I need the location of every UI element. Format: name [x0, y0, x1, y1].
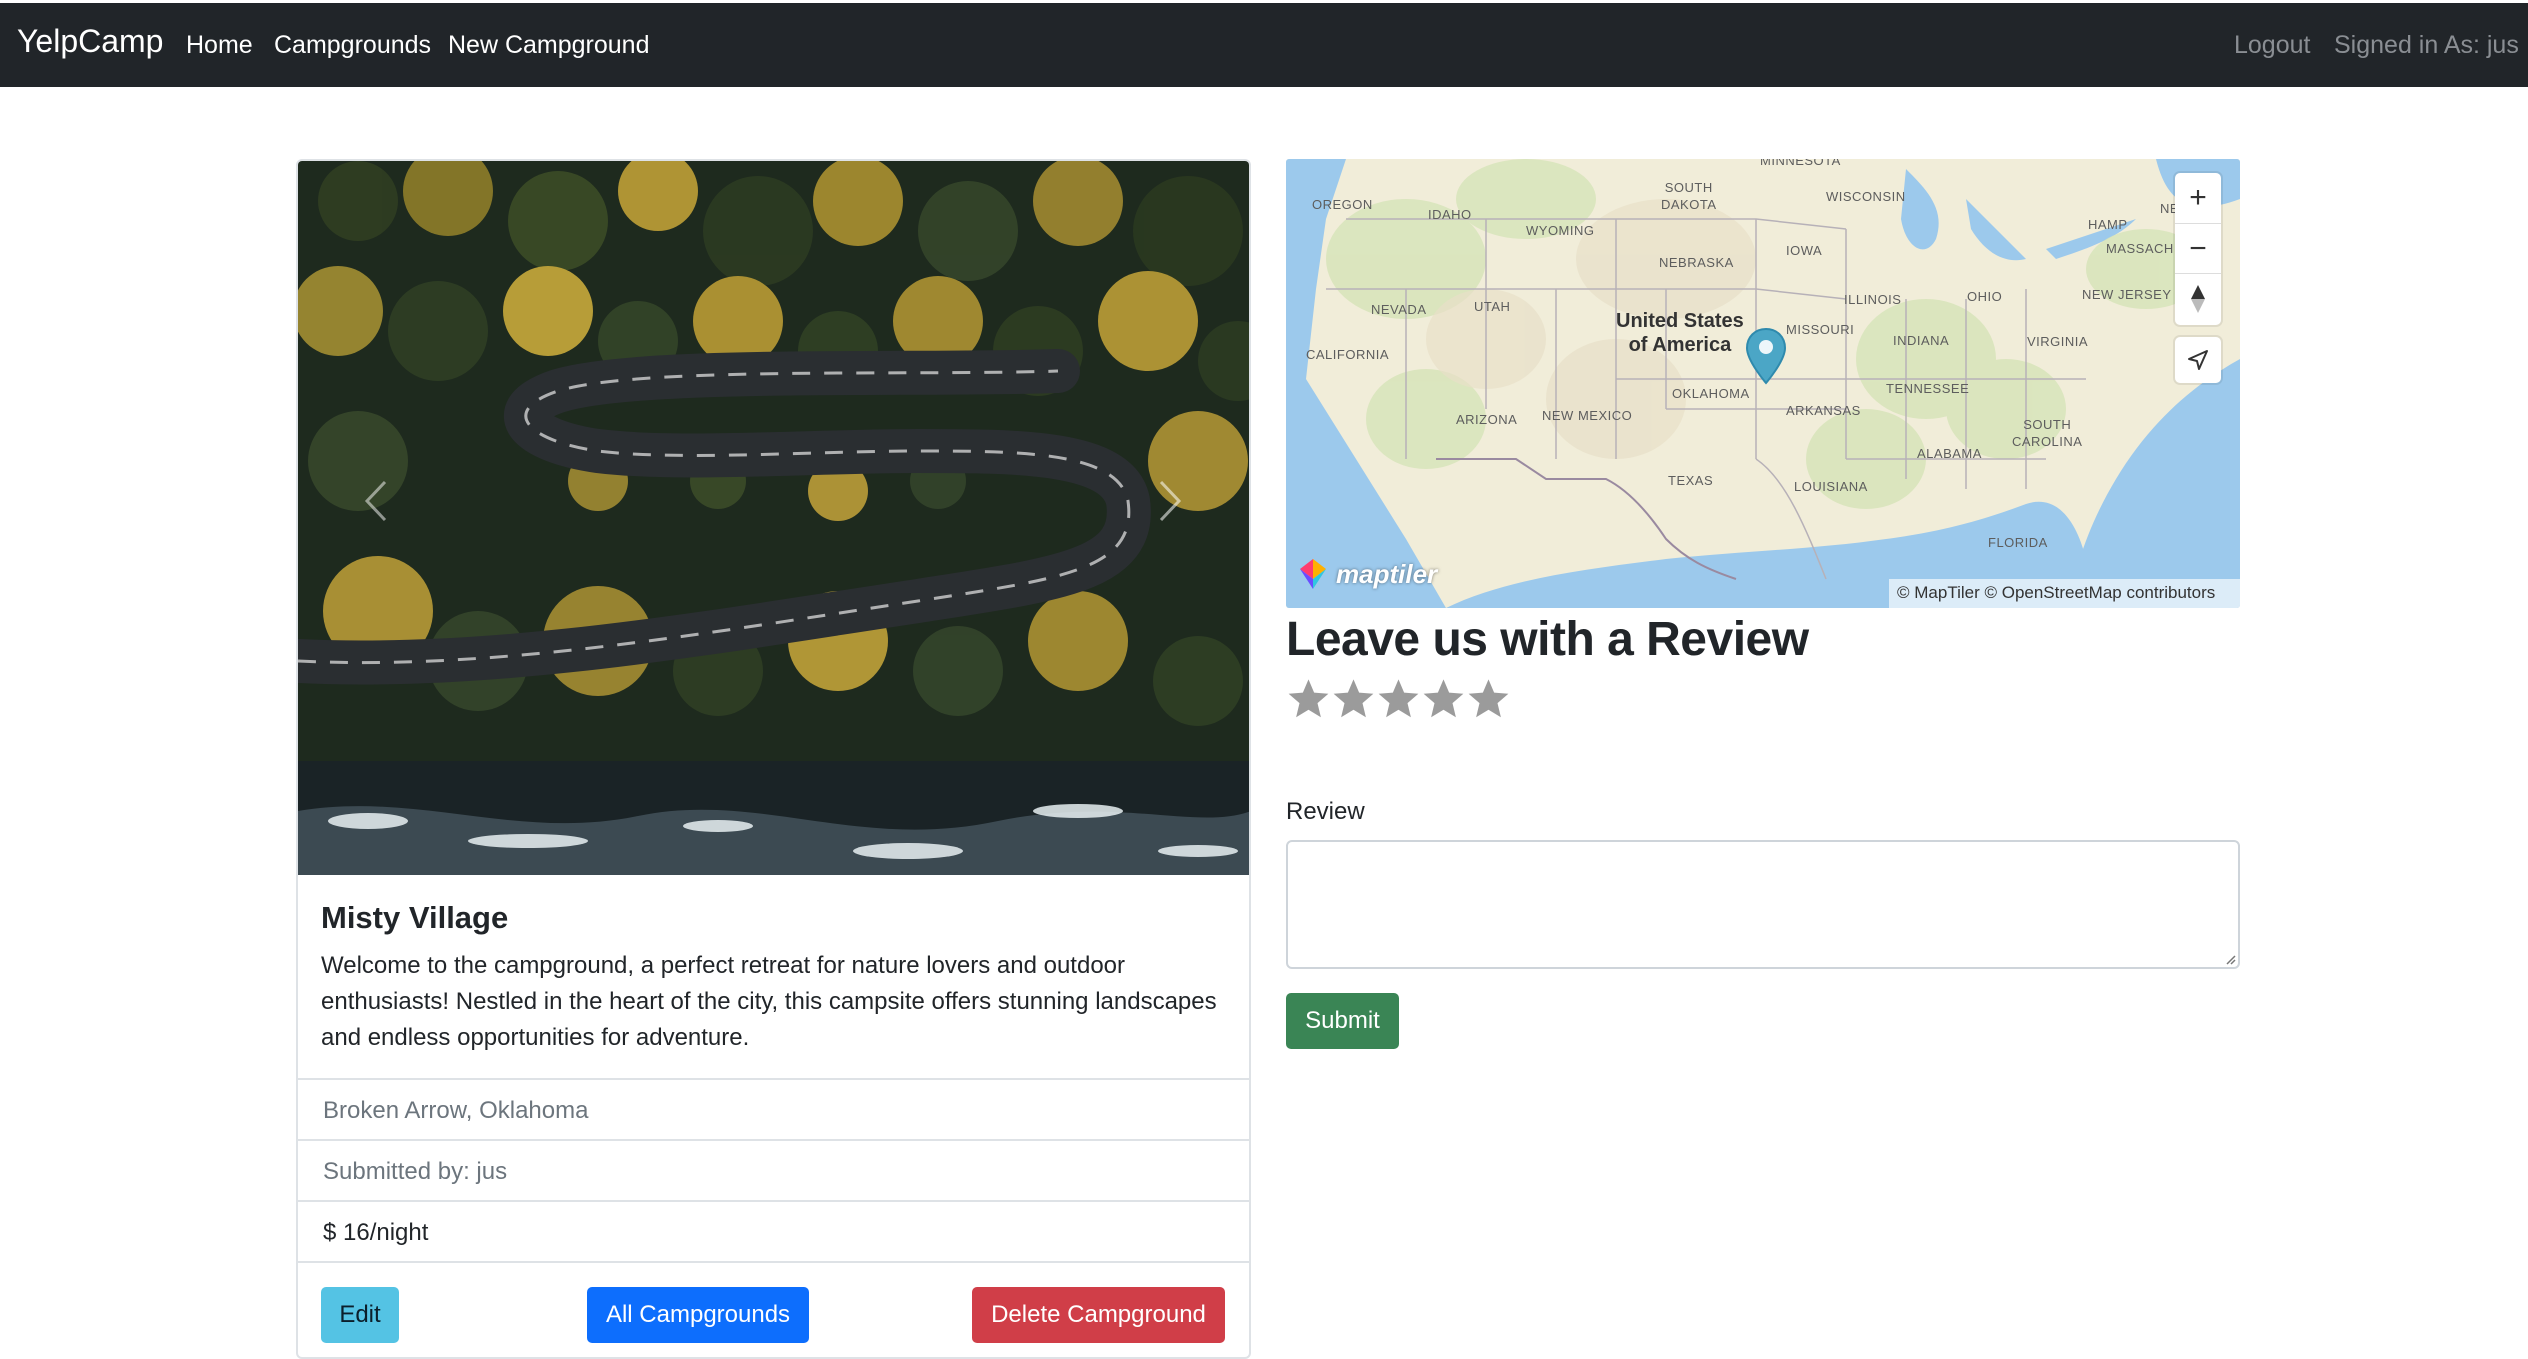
map-label-country: United States of America — [1616, 310, 1744, 356]
location-text: Broken Arrow, Oklahoma — [323, 1097, 589, 1124]
signed-in-status: Signed in As: jus — [2334, 31, 2519, 59]
review-heading: Leave us with a Review — [1286, 613, 1809, 666]
carousel-next-button[interactable] — [1130, 451, 1210, 551]
campground-price: $ 16/night — [298, 1200, 1249, 1261]
map-label-idaho: IDAHO — [1428, 207, 1472, 222]
map-label-iowa: IOWA — [1786, 243, 1823, 258]
compass-button[interactable] — [2175, 273, 2221, 323]
map-label-arizona: ARIZONA — [1456, 412, 1518, 427]
chevron-left-icon — [364, 480, 387, 522]
map-label-south-dakota: SOUTH DAKOTA — [1661, 180, 1717, 212]
star-rating — [1286, 676, 1511, 722]
price-text: $ 16/night — [323, 1219, 429, 1246]
map-attribution[interactable]: © MapTiler © OpenStreetMap contributors — [1889, 579, 2240, 608]
nav-link-new-campground[interactable]: New Campground — [448, 31, 650, 60]
map-label-indiana: INDIANA — [1893, 333, 1950, 348]
edit-button[interactable]: Edit — [321, 1287, 399, 1343]
carousel-prev-button[interactable] — [336, 451, 416, 551]
all-campgrounds-button[interactable]: All Campgrounds — [587, 1287, 809, 1343]
delete-campground-button[interactable]: Delete Campground — [972, 1287, 1225, 1343]
maptiler-logo-text: maptiler — [1336, 558, 1438, 589]
map-label-tennessee: TENNESSEE — [1886, 381, 1970, 396]
zoom-in-button[interactable]: + — [2175, 173, 2221, 223]
chevron-right-icon — [1159, 480, 1182, 522]
navbar: YelpCamp Home Campgrounds New Campground… — [0, 3, 2528, 87]
campground-author: Submitted by: jus — [298, 1139, 1249, 1200]
resize-grip-icon[interactable] — [2224, 953, 2236, 965]
star-icon[interactable] — [1331, 676, 1376, 722]
map-label-new-mexico: NEW MEXICO — [1542, 408, 1633, 423]
star-icon[interactable] — [1376, 676, 1421, 722]
map-label-wyoming: WYOMING — [1526, 223, 1595, 238]
map-label-arkansas: ARKANSAS — [1786, 403, 1861, 418]
author-text: Submitted by: jus — [323, 1158, 508, 1185]
maptiler-logo[interactable]: maptiler — [1296, 557, 1437, 591]
campground-photo — [298, 161, 1249, 875]
maptiler-logo-icon — [1300, 559, 1326, 589]
map-label-missouri: MISSOURI — [1786, 322, 1855, 337]
submit-review-button[interactable]: Submit — [1286, 993, 1399, 1049]
star-icon[interactable] — [1421, 676, 1466, 722]
star-icon[interactable] — [1286, 676, 1331, 722]
nav-link-campgrounds[interactable]: Campgrounds — [274, 31, 431, 60]
map-pin-icon[interactable] — [1745, 327, 1787, 385]
map-label-alabama: ALABAMA — [1917, 446, 1982, 461]
map-label-florida: FLORIDA — [1988, 535, 2048, 550]
map-label-hamp: HAMP — [2088, 217, 2128, 232]
map-label-oregon: OREGON — [1312, 197, 1373, 212]
map-label-massach: MASSACH — [2106, 241, 2174, 256]
campground-carousel — [298, 161, 1249, 875]
map-label-south-carolina: SOUTH CAROLINA — [2012, 417, 2083, 449]
map-label-ohio: OHIO — [1967, 289, 2003, 304]
map-label-illinois: ILLINOIS — [1844, 292, 1902, 307]
map-zoom-controls: + − — [2175, 173, 2221, 325]
map-label-utah: UTAH — [1474, 299, 1511, 314]
navigation-arrow-icon — [2188, 350, 2208, 370]
zoom-out-button[interactable]: − — [2175, 223, 2221, 273]
nav-link-home[interactable]: Home — [186, 31, 253, 60]
review-textarea[interactable] — [1286, 840, 2240, 969]
map-label-louisiana: LOUISIANA — [1794, 479, 1868, 494]
map-label-minnesota: MINNESOTA — [1760, 159, 1841, 168]
review-label: Review — [1286, 798, 1365, 825]
brand-link[interactable]: YelpCamp — [17, 23, 163, 60]
campground-map[interactable]: OREGON IDAHO WYOMING SOUTH DAKOTA WISCONS… — [1286, 159, 2240, 608]
geolocate-button[interactable] — [2175, 337, 2221, 383]
map-label-wisconsin: WISCONSIN — [1826, 189, 1906, 204]
map-label-nevada: NEVADA — [1371, 302, 1427, 317]
map-label-new-jersey: NEW JERSEY — [2082, 287, 2172, 302]
star-icon[interactable] — [1466, 676, 1511, 722]
map-label-nebraska: NEBRASKA — [1659, 255, 1734, 270]
map-label-oklahoma: OKLAHOMA — [1672, 386, 1750, 401]
map-label-texas: TEXAS — [1668, 473, 1714, 488]
map-label-virginia: VIRGINIA — [2027, 334, 2089, 349]
campground-location: Broken Arrow, Oklahoma — [298, 1078, 1249, 1139]
campground-title: Misty Village — [321, 900, 509, 935]
map-label-california: CALIFORNIA — [1306, 347, 1390, 362]
logout-link[interactable]: Logout — [2234, 31, 2310, 60]
campground-description: Welcome to the campground, a perfect ret… — [321, 952, 1217, 1051]
compass-icon — [2191, 284, 2205, 313]
